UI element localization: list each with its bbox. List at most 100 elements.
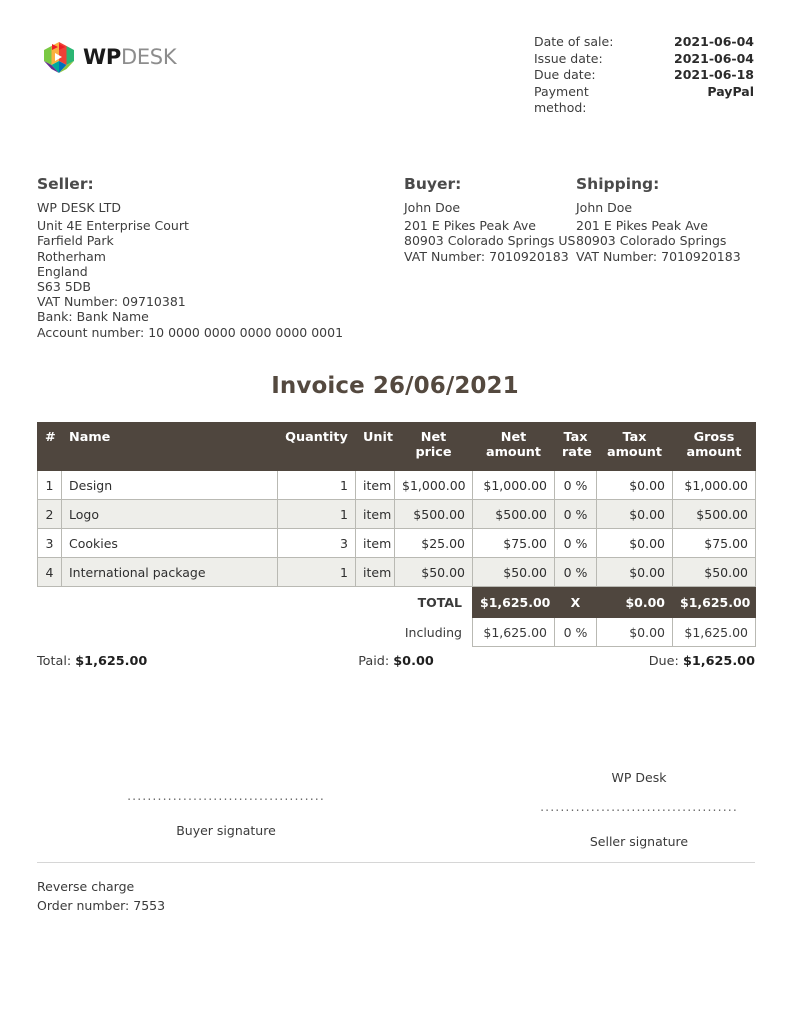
brand-wordmark: WPDESK [83, 45, 177, 69]
logo-desk-text: DESK [120, 45, 177, 69]
cell-gross-amount: $50.00 [672, 557, 756, 587]
cell-tax-amount: $0.00 [596, 470, 673, 500]
shipping-name: John Doe [576, 200, 633, 215]
shipping-vat-number: VAT Number: 7010920183 [576, 248, 741, 264]
summary-paid-label: Paid: [358, 654, 390, 669]
invoice-footer: Reverse charge Order number: 7553 [37, 877, 755, 915]
seller-address-line: England [37, 263, 88, 279]
summary-paid: Paid: $0.00 [37, 654, 755, 669]
meta-value-issue-date: 2021-06-04 [674, 50, 754, 66]
buyer-signature-caption: Buyer signature [176, 823, 276, 838]
seller-signature-line: ....................................... [540, 799, 738, 813]
col-header-number: # [37, 422, 62, 471]
meta-row-payment-method: Payment method: PayPal [534, 84, 754, 117]
meta-row-due-date: Due date: 2021-06-18 [534, 67, 754, 84]
shipping-heading: Shipping: [576, 175, 660, 193]
meta-value-payment-method: PayPal [707, 83, 754, 99]
footer-order-number: Order number: 7553 [37, 898, 166, 913]
seller-signature-caption: Seller signature [589, 834, 689, 849]
cell-number: 1 [37, 470, 62, 500]
seller-signature-name: WP Desk [611, 770, 667, 785]
cell-unit: item [355, 470, 395, 500]
cell-number: 4 [37, 557, 62, 587]
meta-label-date-of-sale: Date of sale: [534, 34, 614, 49]
buyer-name: John Doe [404, 200, 461, 215]
cell-name: Design [61, 470, 278, 500]
seller-bank: Bank: Bank Name [37, 309, 149, 325]
table-row: 1 Design 1 item $1,000.00 $1,000.00 0 % … [37, 470, 756, 500]
cell-number: 3 [37, 528, 62, 558]
cell-net-amount: $75.00 [472, 528, 555, 558]
meta-row-date-of-sale: Date of sale: 2021-06-04 [534, 34, 754, 51]
buyer-block: Buyer: John Doe 201 E Pikes Peak Ave 809… [404, 175, 576, 264]
col-header-net-amount: Net amount [472, 422, 555, 471]
seller-heading: Seller: [37, 175, 94, 193]
shipping-address-line: 201 E Pikes Peak Ave [576, 218, 708, 234]
cell-net-amount: $50.00 [472, 557, 555, 587]
including-gross-amount: $1,625.00 [672, 617, 756, 647]
cell-quantity: 1 [277, 470, 356, 500]
col-header-tax-amount: Tax amount [596, 422, 673, 471]
cell-net-amount: $1,000.00 [472, 470, 555, 500]
cell-net-price: $500.00 [394, 499, 473, 529]
cell-gross-amount: $500.00 [672, 499, 756, 529]
buyer-vat-number: VAT Number: 7010920183 [404, 248, 569, 264]
seller-address-line: S63 5DB [37, 279, 91, 295]
cell-name: International package [61, 557, 278, 587]
seller-name: WP DESK LTD [37, 200, 122, 215]
meta-label-payment-method: Payment method: [534, 83, 589, 116]
cell-name: Cookies [61, 528, 278, 558]
table-including-row: Including $1,625.00 0 % $0.00 $1,625.00 [38, 617, 756, 647]
col-header-unit: Unit [355, 422, 395, 471]
cell-tax-rate: 0 % [554, 470, 597, 500]
buyer-signature-line: ....................................... [127, 788, 325, 802]
total-row-spacer [38, 587, 356, 618]
col-header-name: Name [61, 422, 278, 471]
cell-tax-rate: 0 % [554, 557, 597, 587]
including-net-amount: $1,625.00 [472, 617, 555, 647]
buyer-address-line: 201 E Pikes Peak Ave [404, 218, 536, 234]
shipping-address-line: 80903 Colorado Springs [576, 233, 727, 249]
seller-vat-number: VAT Number: 09710381 [37, 294, 186, 310]
cell-tax-amount: $0.00 [596, 528, 673, 558]
summary-due-label: Due: [648, 654, 679, 669]
col-header-gross-amount: Gross amount [672, 422, 756, 471]
col-header-net-price: Net price [394, 422, 473, 471]
cell-number: 2 [37, 499, 62, 529]
table-row: 2 Logo 1 item $500.00 $500.00 0 % $0.00 … [37, 499, 756, 529]
invoice-header: WPDESK Date of sale: 2021-06-04 Issue da… [37, 34, 754, 124]
total-net-amount: $1,625.00 [472, 586, 555, 618]
meta-label-due-date: Due date: [534, 67, 596, 82]
shipping-block: Shipping: John Doe 201 E Pikes Peak Ave … [576, 175, 790, 264]
cell-unit: item [355, 557, 395, 587]
total-row-label: TOTAL [417, 594, 462, 610]
including-row-label: Including [404, 624, 462, 640]
footer-divider [37, 862, 755, 863]
cell-tax-rate: 0 % [554, 528, 597, 558]
cell-tax-amount: $0.00 [596, 557, 673, 587]
total-gross-amount: $1,625.00 [672, 586, 756, 618]
cell-quantity: 1 [277, 499, 356, 529]
wpdesk-cube-logo-icon [44, 42, 74, 73]
including-tax-rate: 0 % [554, 617, 597, 647]
seller-block: Seller: WP DESK LTD Unit 4E Enterprise C… [37, 175, 397, 340]
seller-address-line: Unit 4E Enterprise Court [37, 218, 189, 234]
table-row: 4 International package 1 item $50.00 $5… [37, 557, 756, 587]
summary-due-value: $1,625.00 [682, 654, 755, 669]
meta-row-issue-date: Issue date: 2021-06-04 [534, 51, 754, 68]
brand-logo: WPDESK [44, 42, 177, 73]
items-table-wrapper: # Name Quantity Unit Net price Net amoun… [37, 422, 756, 647]
invoice-meta: Date of sale: 2021-06-04 Issue date: 202… [534, 34, 754, 117]
summary-due: Due: $1,625.00 [649, 654, 755, 669]
buyer-heading: Buyer: [404, 175, 462, 193]
total-tax-rate: X [554, 586, 597, 618]
col-header-tax-rate: Tax rate [554, 422, 597, 471]
cell-gross-amount: $75.00 [672, 528, 756, 558]
cell-net-price: $25.00 [394, 528, 473, 558]
table-row: 3 Cookies 3 item $25.00 $75.00 0 % $0.00… [37, 528, 756, 558]
page-title: Invoice 26/06/2021 [271, 373, 519, 399]
table-header-row: # Name Quantity Unit Net price Net amoun… [37, 422, 756, 471]
footer-reverse-charge: Reverse charge [37, 879, 135, 894]
cell-tax-rate: 0 % [554, 499, 597, 529]
meta-value-due-date: 2021-06-18 [674, 67, 754, 82]
